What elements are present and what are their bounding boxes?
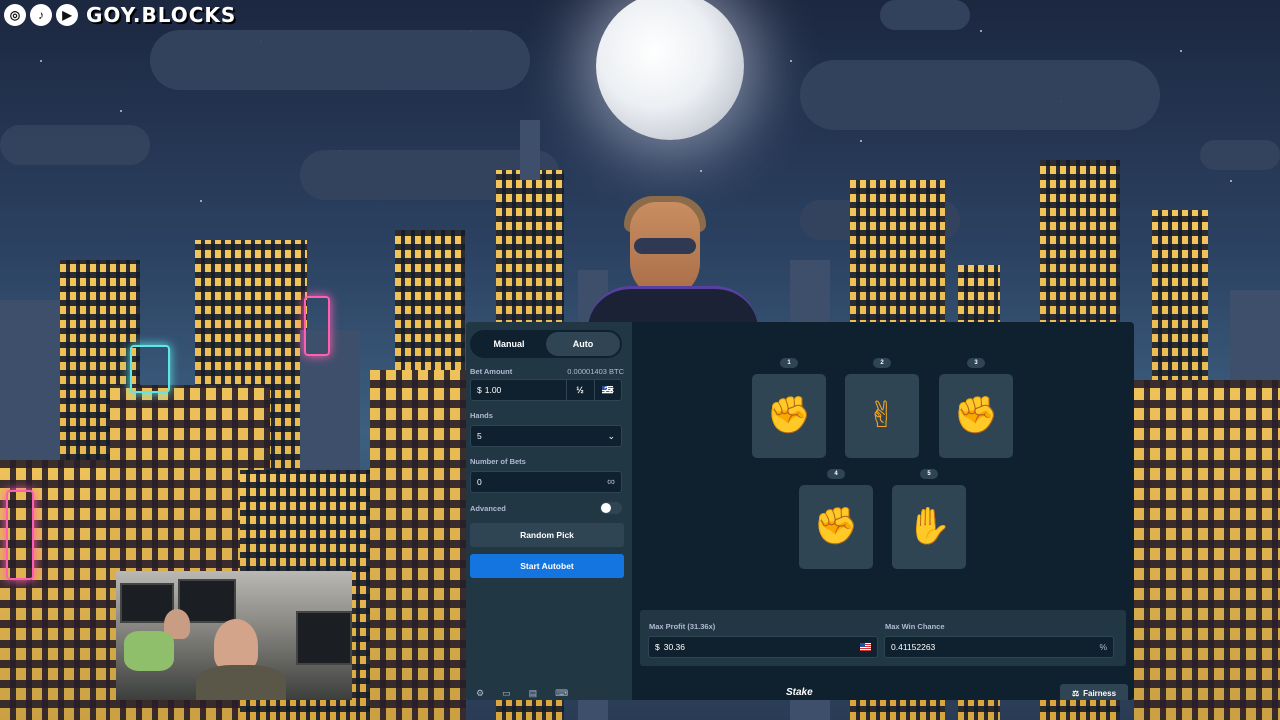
neon-sign (304, 296, 330, 356)
tab-manual[interactable]: Manual (472, 332, 546, 356)
building (520, 120, 540, 180)
instagram-icon: ◎ (4, 4, 26, 26)
max-win-chance-field: 0.41152263 % (884, 636, 1114, 658)
neon-sign (6, 490, 34, 580)
us-flag-icon (860, 643, 871, 651)
hand-card[interactable]: 5 ✋ (892, 469, 966, 569)
rock-hand-icon: ✊ (813, 506, 859, 547)
full-moon (596, 0, 744, 140)
hands-label: Hands (470, 411, 493, 420)
cloud (1200, 140, 1280, 170)
hand-card[interactable]: 3 ✊ (939, 358, 1013, 458)
youtube-icon: ▶ (56, 4, 78, 26)
profit-stats: Max Profit (31.36x) $ 30.36 Max Win Chan… (640, 610, 1126, 666)
max-profit-label: Max Profit (31.36x) (649, 622, 716, 631)
bet-amount-label: Bet Amount (470, 367, 513, 376)
bet-amount-btc: 0.00001403 BTC (567, 367, 624, 376)
max-win-chance-label: Max Win Chance (885, 622, 945, 631)
hand-number: 1 (780, 358, 798, 368)
max-profit-field: $ 30.36 (648, 636, 878, 658)
cartoon-hero-character (588, 196, 758, 329)
rock-hand-icon: ✊ (766, 395, 812, 436)
scale-icon: ⚖ (1071, 688, 1080, 698)
hands-value: 5 (477, 431, 482, 441)
scissors-hand-icon: ✌ (866, 395, 898, 436)
hand-number: 2 (873, 358, 891, 368)
footer-icons: ⚙ ▭ ▤ ⌨ (476, 688, 568, 699)
random-pick-button[interactable]: Random Pick (470, 523, 624, 547)
infinity-icon[interactable]: ∞ (607, 476, 615, 488)
hotkeys-icon[interactable]: ⌨ (555, 688, 568, 699)
advanced-label: Advanced (470, 504, 506, 513)
social-watermark: ◎ ♪ ▶ GOY.BLOCKS (4, 3, 236, 27)
fairness-button[interactable]: ⚖ Fairness (1060, 684, 1128, 700)
number-of-bets-field[interactable]: 0 ∞ (470, 471, 622, 493)
half-bet-button[interactable]: ½ (566, 380, 593, 400)
bet-sidebar: Manual Auto Bet Amount 0.00001403 BTC $ … (466, 322, 632, 700)
mode-toggle: Manual Auto (470, 330, 622, 358)
settings-icon[interactable]: ⚙ (476, 688, 484, 699)
hand-card[interactable]: 2 ✌ (845, 358, 919, 458)
game-footer (632, 674, 1134, 700)
stake-logo: Stake (786, 687, 813, 698)
cloud (150, 30, 530, 90)
hand-number: 3 (967, 358, 985, 368)
webcam-overlay (116, 571, 352, 700)
start-autobet-button[interactable]: Start Autobet (470, 554, 624, 578)
max-profit-value: 30.36 (663, 642, 686, 652)
hand-number: 4 (827, 469, 845, 479)
cloud (0, 125, 150, 165)
hands-select[interactable]: 5 ⌄ (470, 425, 622, 447)
percent-icon: % (1099, 642, 1107, 652)
paper-hand-icon: ✋ (906, 506, 952, 547)
hand-number: 5 (920, 469, 938, 479)
hand-card[interactable]: 1 ✊ (752, 358, 826, 458)
rock-hand-icon: ✊ (953, 395, 999, 436)
brand-watermark: GOY.BLOCKS (86, 3, 237, 27)
number-of-bets-input[interactable]: 0 (477, 477, 482, 487)
tab-auto[interactable]: Auto (546, 332, 620, 356)
tiktok-icon: ♪ (30, 4, 52, 26)
cloud (880, 0, 970, 30)
max-win-chance-value: 0.41152263 (891, 642, 936, 652)
dollar-symbol: $ (655, 642, 660, 652)
dollar-symbol: $ (477, 385, 482, 395)
theatre-mode-icon[interactable]: ▭ (502, 688, 511, 699)
rps-game-panel: Manual Auto Bet Amount 0.00001403 BTC $ … (466, 322, 1134, 700)
chevron-down-icon: ⌄ (607, 430, 615, 441)
neon-sign (130, 345, 170, 393)
fairness-label: Fairness (1083, 688, 1117, 698)
building (1134, 380, 1280, 720)
cloud (800, 60, 1160, 130)
advanced-toggle[interactable] (600, 502, 622, 514)
hand-card[interactable]: 4 ✊ (799, 469, 873, 569)
double-bet-button[interactable]: 2× (594, 380, 623, 400)
building (370, 370, 466, 720)
stats-icon[interactable]: ▤ (529, 688, 538, 699)
number-of-bets-label: Number of Bets (470, 457, 526, 466)
